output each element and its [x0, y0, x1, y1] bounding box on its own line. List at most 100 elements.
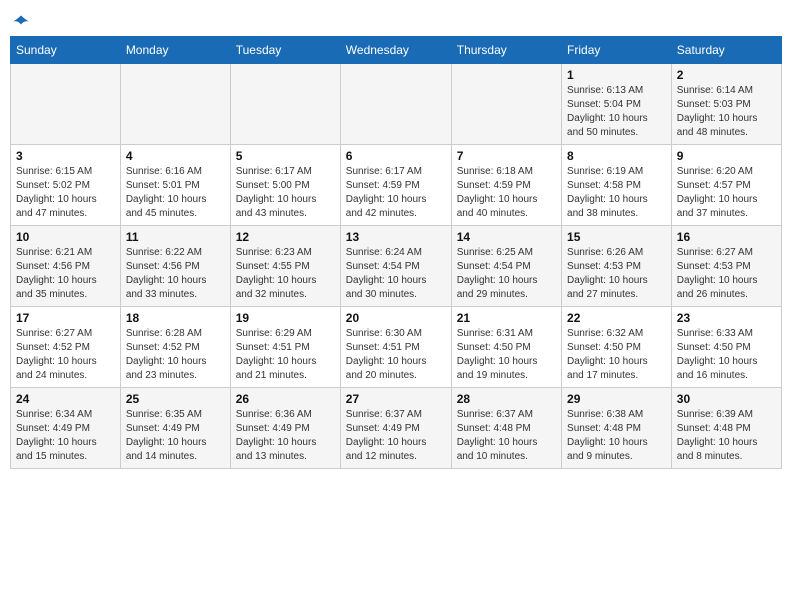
- day-info: Sunrise: 6:27 AMSunset: 4:53 PMDaylight:…: [677, 246, 776, 302]
- day-number: 7: [457, 149, 556, 163]
- calendar-cell: 21Sunrise: 6:31 AMSunset: 4:50 PMDayligh…: [451, 307, 561, 388]
- calendar-cell: 25 Sunrise: 6:35 AMSunset: 4:49 PMDayligh…: [120, 388, 230, 469]
- day-number: 3: [16, 149, 115, 163]
- day-number: 24: [16, 392, 115, 406]
- day-number: 8: [567, 149, 666, 163]
- calendar-cell: 24 Sunrise: 6:34 AMSunset: 4:49 PMDayligh…: [11, 388, 121, 469]
- calendar-cell: 8 Sunrise: 6:19 AMSunset: 4:58 PMDaylight…: [562, 145, 672, 226]
- calendar-cell: [451, 64, 561, 145]
- day-number: 29: [567, 392, 666, 406]
- header-monday: Monday: [120, 37, 230, 64]
- day-info: Sunrise: 6:37 AMSunset: 4:49 PMDaylight:…: [346, 408, 446, 464]
- day-info: Sunrise: 6:37 AMSunset: 4:48 PMDaylight:…: [457, 408, 556, 464]
- day-number: 5: [236, 149, 335, 163]
- day-number: 18: [126, 311, 225, 325]
- calendar-cell: 14 Sunrise: 6:25 AMSunset: 4:54 PMDayligh…: [451, 226, 561, 307]
- header-sunday: Sunday: [11, 37, 121, 64]
- day-info: Sunrise: 6:31 AMSunset: 4:50 PMDaylight:…: [457, 327, 556, 383]
- day-info: Sunrise: 6:15 AMSunset: 5:02 PMDaylight:…: [16, 165, 115, 221]
- day-info: Sunrise: 6:21 AMSunset: 4:56 PMDaylight:…: [16, 246, 115, 302]
- day-number: 11: [126, 230, 225, 244]
- calendar-cell: 7 Sunrise: 6:18 AMSunset: 4:59 PMDaylight…: [451, 145, 561, 226]
- day-number: 9: [677, 149, 776, 163]
- calendar-cell: 12 Sunrise: 6:23 AMSunset: 4:55 PMDayligh…: [230, 226, 340, 307]
- calendar-cell: [120, 64, 230, 145]
- day-info: Sunrise: 6:27 AMSunset: 4:52 PMDaylight:…: [16, 327, 115, 383]
- calendar-cell: 20 Sunrise: 6:30 AMSunset: 4:51 PMDayligh…: [340, 307, 451, 388]
- day-info: Sunrise: 6:14 AMSunset: 5:03 PMDaylight:…: [677, 84, 776, 140]
- day-number: 6: [346, 149, 446, 163]
- calendar-cell: 6 Sunrise: 6:17 AMSunset: 4:59 PMDaylight…: [340, 145, 451, 226]
- page-header: [10, 10, 782, 32]
- day-number: 14: [457, 230, 556, 244]
- day-info: Sunrise: 6:34 AMSunset: 4:49 PMDaylight:…: [16, 408, 115, 464]
- calendar-cell: 18 Sunrise: 6:28 AMSunset: 4:52 PMDayligh…: [120, 307, 230, 388]
- calendar-cell: 15 Sunrise: 6:26 AMSunset: 4:53 PMDayligh…: [562, 226, 672, 307]
- header-saturday: Saturday: [671, 37, 781, 64]
- week-row-1: 3 Sunrise: 6:15 AMSunset: 5:02 PMDaylight…: [11, 145, 782, 226]
- calendar-cell: 23 Sunrise: 6:33 AMSunset: 4:50 PMDayligh…: [671, 307, 781, 388]
- day-info: Sunrise: 6:39 AMSunset: 4:48 PMDaylight:…: [677, 408, 776, 464]
- logo: [10, 10, 30, 32]
- header-wednesday: Wednesday: [340, 37, 451, 64]
- day-info: Sunrise: 6:19 AMSunset: 4:58 PMDaylight:…: [567, 165, 666, 221]
- day-info: Sunrise: 6:35 AMSunset: 4:49 PMDaylight:…: [126, 408, 225, 464]
- week-row-0: 1 Sunrise: 6:13 AMSunset: 5:04 PMDaylight…: [11, 64, 782, 145]
- day-info: Sunrise: 6:30 AMSunset: 4:51 PMDaylight:…: [346, 327, 446, 383]
- day-info: Sunrise: 6:13 AMSunset: 5:04 PMDaylight:…: [567, 84, 666, 140]
- day-number: 26: [236, 392, 335, 406]
- day-info: Sunrise: 6:24 AMSunset: 4:54 PMDaylight:…: [346, 246, 446, 302]
- calendar-table: SundayMondayTuesdayWednesdayThursdayFrid…: [10, 36, 782, 469]
- calendar-cell: 10 Sunrise: 6:21 AMSunset: 4:56 PMDayligh…: [11, 226, 121, 307]
- day-number: 2: [677, 68, 776, 82]
- day-info: Sunrise: 6:17 AMSunset: 4:59 PMDaylight:…: [346, 165, 446, 221]
- week-row-2: 10 Sunrise: 6:21 AMSunset: 4:56 PMDayligh…: [11, 226, 782, 307]
- day-info: Sunrise: 6:36 AMSunset: 4:49 PMDaylight:…: [236, 408, 335, 464]
- calendar-cell: 5 Sunrise: 6:17 AMSunset: 5:00 PMDaylight…: [230, 145, 340, 226]
- calendar-cell: 16 Sunrise: 6:27 AMSunset: 4:53 PMDayligh…: [671, 226, 781, 307]
- day-number: 23: [677, 311, 776, 325]
- day-info: Sunrise: 6:17 AMSunset: 5:00 PMDaylight:…: [236, 165, 335, 221]
- day-number: 19: [236, 311, 335, 325]
- header-row: SundayMondayTuesdayWednesdayThursdayFrid…: [11, 37, 782, 64]
- day-number: 25: [126, 392, 225, 406]
- day-info: Sunrise: 6:25 AMSunset: 4:54 PMDaylight:…: [457, 246, 556, 302]
- day-info: Sunrise: 6:28 AMSunset: 4:52 PMDaylight:…: [126, 327, 225, 383]
- calendar-cell: [11, 64, 121, 145]
- day-number: 30: [677, 392, 776, 406]
- day-number: 28: [457, 392, 556, 406]
- calendar-cell: 3 Sunrise: 6:15 AMSunset: 5:02 PMDaylight…: [11, 145, 121, 226]
- day-info: Sunrise: 6:33 AMSunset: 4:50 PMDaylight:…: [677, 327, 776, 383]
- day-number: 4: [126, 149, 225, 163]
- day-info: Sunrise: 6:26 AMSunset: 4:53 PMDaylight:…: [567, 246, 666, 302]
- day-info: Sunrise: 6:22 AMSunset: 4:56 PMDaylight:…: [126, 246, 225, 302]
- calendar-cell: 30 Sunrise: 6:39 AMSunset: 4:48 PMDayligh…: [671, 388, 781, 469]
- logo-bird-icon: [12, 14, 30, 32]
- header-friday: Friday: [562, 37, 672, 64]
- calendar-cell: 11 Sunrise: 6:22 AMSunset: 4:56 PMDayligh…: [120, 226, 230, 307]
- day-number: 27: [346, 392, 446, 406]
- day-number: 1: [567, 68, 666, 82]
- day-number: 15: [567, 230, 666, 244]
- calendar-cell: 4Sunrise: 6:16 AMSunset: 5:01 PMDaylight…: [120, 145, 230, 226]
- day-info: Sunrise: 6:32 AMSunset: 4:50 PMDaylight:…: [567, 327, 666, 383]
- calendar-cell: 27 Sunrise: 6:37 AMSunset: 4:49 PMDayligh…: [340, 388, 451, 469]
- calendar-cell: 26 Sunrise: 6:36 AMSunset: 4:49 PMDayligh…: [230, 388, 340, 469]
- calendar-cell: 13Sunrise: 6:24 AMSunset: 4:54 PMDayligh…: [340, 226, 451, 307]
- day-number: 10: [16, 230, 115, 244]
- day-number: 22: [567, 311, 666, 325]
- week-row-4: 24 Sunrise: 6:34 AMSunset: 4:49 PMDayligh…: [11, 388, 782, 469]
- calendar-cell: 28 Sunrise: 6:37 AMSunset: 4:48 PMDayligh…: [451, 388, 561, 469]
- calendar-cell: [230, 64, 340, 145]
- day-number: 16: [677, 230, 776, 244]
- header-tuesday: Tuesday: [230, 37, 340, 64]
- calendar-cell: 19Sunrise: 6:29 AMSunset: 4:51 PMDayligh…: [230, 307, 340, 388]
- week-row-3: 17 Sunrise: 6:27 AMSunset: 4:52 PMDayligh…: [11, 307, 782, 388]
- day-number: 17: [16, 311, 115, 325]
- day-number: 20: [346, 311, 446, 325]
- day-number: 12: [236, 230, 335, 244]
- day-info: Sunrise: 6:23 AMSunset: 4:55 PMDaylight:…: [236, 246, 335, 302]
- day-info: Sunrise: 6:18 AMSunset: 4:59 PMDaylight:…: [457, 165, 556, 221]
- calendar-cell: 17 Sunrise: 6:27 AMSunset: 4:52 PMDayligh…: [11, 307, 121, 388]
- calendar-cell: 22 Sunrise: 6:32 AMSunset: 4:50 PMDayligh…: [562, 307, 672, 388]
